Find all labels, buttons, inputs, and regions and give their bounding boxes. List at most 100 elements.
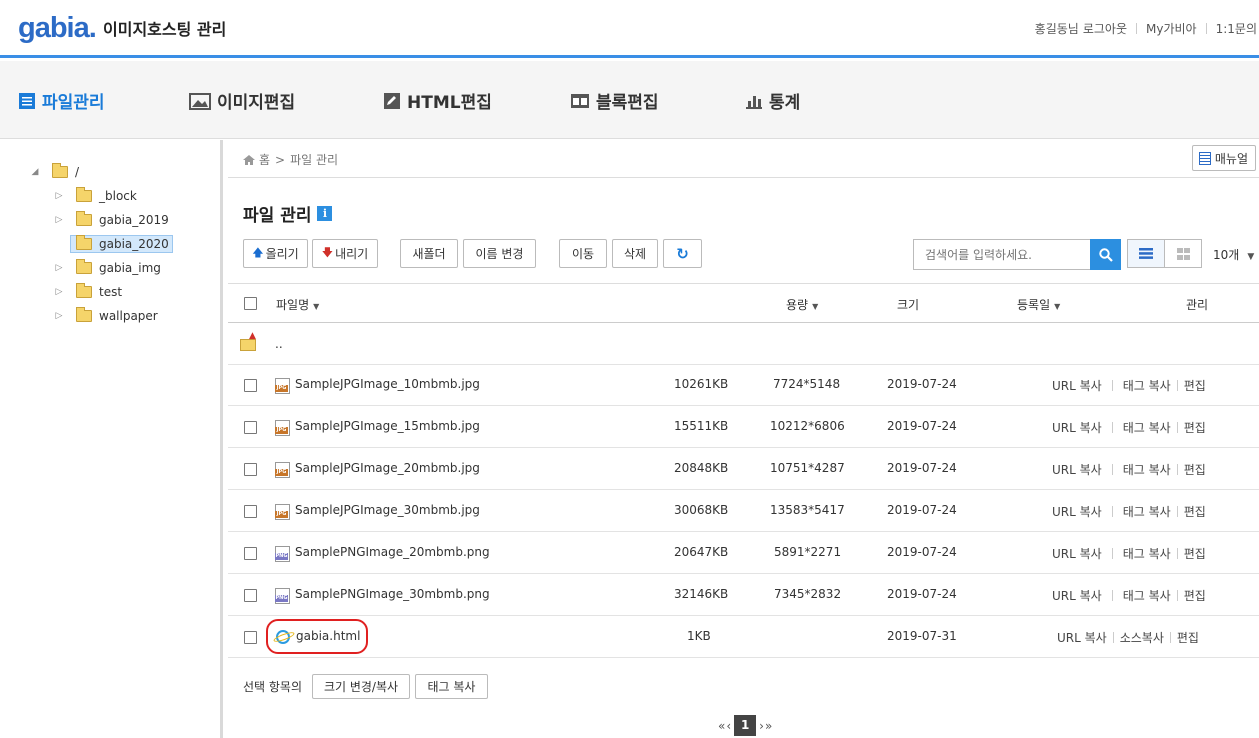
tree-item-block[interactable]: ▷ _block: [54, 186, 137, 206]
tree-item-test[interactable]: ▷ test: [54, 282, 122, 302]
folder-icon: [76, 259, 92, 274]
edit-link[interactable]: 편집: [1184, 377, 1206, 394]
source-copy-link[interactable]: 소스복사: [1120, 629, 1164, 646]
file-date: 2019-07-24: [887, 503, 957, 517]
header-size[interactable]: 용량 ▼: [786, 296, 818, 313]
expand-triangle-icon[interactable]: ▷: [54, 215, 64, 225]
row-checkbox[interactable]: [244, 463, 257, 476]
expand-triangle-icon[interactable]: ▷: [54, 263, 64, 273]
file-name[interactable]: SamplePNGImage_20mbmb.png: [295, 545, 490, 559]
grid-view-button[interactable]: [1165, 239, 1202, 268]
home-icon[interactable]: [243, 154, 255, 165]
list-view-button[interactable]: [1127, 239, 1165, 268]
next-page-icon[interactable]: ›: [759, 719, 764, 733]
tree-root[interactable]: ◢ /: [30, 162, 79, 182]
url-copy-link[interactable]: URL 복사: [1052, 587, 1102, 604]
menu-file-manage[interactable]: 파일관리: [18, 88, 105, 113]
search-button[interactable]: [1090, 239, 1121, 270]
first-page-icon[interactable]: «: [718, 719, 725, 733]
delete-button[interactable]: 삭제: [612, 239, 658, 268]
tree-item-gabia-2020[interactable]: gabia_2020: [54, 234, 173, 254]
url-copy-link[interactable]: URL 복사: [1057, 629, 1107, 646]
url-copy-link[interactable]: URL 복사: [1052, 461, 1102, 478]
collapse-triangle-icon[interactable]: ◢: [30, 167, 40, 177]
menu-image-edit[interactable]: 이미지편집: [189, 88, 295, 113]
row-checkbox[interactable]: [244, 505, 257, 518]
row-checkbox[interactable]: [244, 379, 257, 392]
edit-link[interactable]: 편집: [1184, 419, 1206, 436]
edit-link[interactable]: 편집: [1184, 461, 1206, 478]
edit-link[interactable]: 편집: [1184, 503, 1206, 520]
gabia-logo[interactable]: gabia.: [18, 12, 97, 45]
highlight-circle: [266, 619, 368, 654]
info-icon[interactable]: i: [317, 206, 333, 221]
expand-triangle-icon[interactable]: ▷: [54, 287, 64, 297]
edit-link[interactable]: 편집: [1184, 587, 1206, 604]
my-gabia-link[interactable]: My가비아: [1137, 20, 1206, 37]
action-separator: [1176, 380, 1178, 391]
prev-page-icon[interactable]: ‹: [726, 719, 731, 733]
url-copy-link[interactable]: URL 복사: [1052, 419, 1102, 436]
new-folder-button[interactable]: 새폴더: [400, 239, 458, 268]
current-page[interactable]: 1: [734, 715, 757, 736]
menu-html-edit[interactable]: HTML편집: [383, 88, 492, 113]
tag-copy-link[interactable]: 태그 복사: [1123, 545, 1171, 562]
row-actions: URL 복사 태그 복사 편집: [1052, 419, 1206, 436]
tree-item-wallpaper[interactable]: ▷ wallpaper: [54, 306, 158, 326]
header-date[interactable]: 등록일 ▼: [1017, 296, 1060, 313]
pagination: « ‹ 1 › »: [718, 715, 772, 736]
file-date: 2019-07-24: [887, 377, 957, 391]
tree-item-gabia-img[interactable]: ▷ gabia_img: [54, 258, 161, 278]
file-dimensions: 10751*4287: [770, 461, 845, 475]
row-checkbox[interactable]: [244, 589, 257, 602]
tag-copy-link[interactable]: 태그 복사: [1123, 461, 1171, 478]
row-actions: URL 복사 태그 복사 편집: [1052, 377, 1206, 394]
tag-copy-link[interactable]: 태그 복사: [1123, 419, 1171, 436]
manual-button[interactable]: 매뉴얼: [1191, 145, 1256, 171]
app-title: 이미지호스팅 관리: [103, 20, 227, 39]
breadcrumb-current: 파일 관리: [290, 153, 339, 167]
inquiry-link[interactable]: 1:1문의: [1207, 20, 1259, 37]
resize-copy-button[interactable]: 크기 변경/복사: [312, 674, 410, 699]
row-checkbox[interactable]: [244, 421, 257, 434]
upload-button[interactable]: 🡅 올리기: [243, 239, 308, 268]
url-copy-link[interactable]: URL 복사: [1052, 377, 1102, 394]
url-copy-link[interactable]: URL 복사: [1052, 503, 1102, 520]
move-button[interactable]: 이동: [559, 239, 607, 268]
edit-link[interactable]: 편집: [1177, 629, 1199, 646]
page-size-select[interactable]: 10개 ▼: [1213, 246, 1254, 263]
url-copy-link[interactable]: URL 복사: [1052, 545, 1102, 562]
tree-item-gabia-2019[interactable]: ▷ gabia_2019: [54, 210, 169, 230]
refresh-button[interactable]: ↻: [663, 239, 702, 268]
last-page-icon[interactable]: »: [765, 719, 772, 733]
rename-button[interactable]: 이름 변경: [463, 239, 536, 268]
tag-copy-link[interactable]: 태그 복사: [1123, 377, 1171, 394]
row-checkbox[interactable]: [244, 631, 257, 644]
parent-dir-row[interactable]: ..: [228, 323, 1259, 365]
select-all-checkbox[interactable]: [244, 297, 257, 310]
file-name[interactable]: SampleJPGImage_20mbmb.jpg: [295, 461, 480, 475]
file-name[interactable]: SamplePNGImage_30mbmb.png: [295, 587, 490, 601]
menu-stats[interactable]: 통계: [745, 88, 800, 113]
file-name[interactable]: SampleJPGImage_15mbmb.jpg: [295, 419, 480, 433]
file-list-icon: [19, 92, 35, 109]
menu-block-edit[interactable]: 블록편집: [570, 88, 659, 113]
expand-triangle-icon[interactable]: ▷: [54, 311, 64, 321]
jpg-file-icon: JPG: [275, 420, 290, 436]
row-checkbox[interactable]: [244, 547, 257, 560]
download-button[interactable]: 🡇 내리기: [312, 239, 378, 268]
tag-copy-link[interactable]: 태그 복사: [1123, 587, 1171, 604]
expand-triangle-icon[interactable]: ▷: [54, 191, 64, 201]
tag-copy-link[interactable]: 태그 복사: [1123, 503, 1171, 520]
tag-copy-button[interactable]: 태그 복사: [415, 674, 488, 699]
file-name[interactable]: SampleJPGImage_30mbmb.jpg: [295, 503, 480, 517]
header-name[interactable]: 파일명 ▼: [276, 296, 319, 313]
folder-icon: [76, 235, 92, 250]
edit-link[interactable]: 편집: [1184, 545, 1206, 562]
file-name[interactable]: SampleJPGImage_10mbmb.jpg: [295, 377, 480, 391]
search-icon: [1098, 247, 1113, 262]
breadcrumb-home[interactable]: 홈: [259, 151, 270, 168]
jpg-file-icon: JPG: [275, 462, 290, 478]
logout-link[interactable]: 로그아웃: [1083, 20, 1136, 37]
search-input[interactable]: [913, 239, 1090, 270]
